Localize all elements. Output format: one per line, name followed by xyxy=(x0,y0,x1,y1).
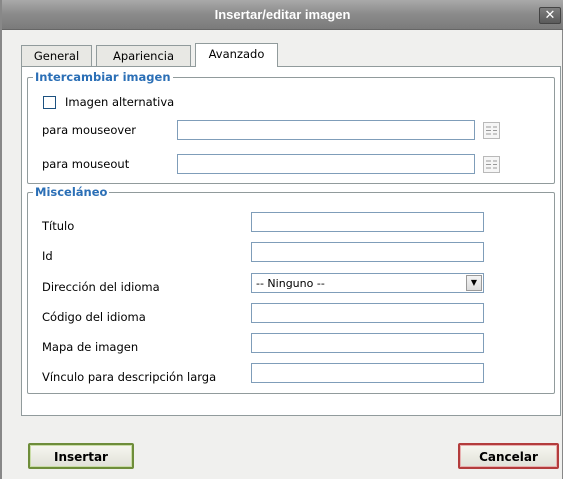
misc-legend: Misceláneo xyxy=(33,185,110,199)
dialog-title: Insertar/editar imagen xyxy=(214,7,351,22)
mouseout-input[interactable] xyxy=(177,154,475,174)
id-label: Id xyxy=(42,249,53,263)
misc-fieldset: Misceláneo Título Id Dirección del idiom… xyxy=(27,185,555,394)
lang-code-label: Código del idioma xyxy=(42,310,146,324)
longdesc-input[interactable] xyxy=(251,363,484,383)
title-input[interactable] xyxy=(251,212,484,232)
tab-apariencia[interactable]: Apariencia xyxy=(96,45,191,66)
lang-direction-label: Dirección del idioma xyxy=(42,280,160,294)
alt-image-label: Imagen alternativa xyxy=(65,95,175,109)
cancel-button[interactable]: Cancelar xyxy=(458,443,559,469)
swap-image-legend: Intercambiar imagen xyxy=(33,70,173,84)
id-input[interactable] xyxy=(251,242,484,262)
alt-image-checkbox[interactable] xyxy=(43,96,56,109)
swap-image-fieldset: Intercambiar imagen Imagen alternativa p… xyxy=(27,70,555,184)
image-map-input[interactable] xyxy=(251,333,484,353)
title-bar[interactable]: Insertar/editar imagen ✕ xyxy=(2,0,563,30)
mouseover-input[interactable] xyxy=(177,120,475,140)
lang-direction-select[interactable]: -- Ninguno -- ▼ xyxy=(251,273,484,293)
lang-direction-value: -- Ninguno -- xyxy=(256,277,325,290)
longdesc-label: Vínculo para descripción larga xyxy=(42,370,217,384)
dialog-window: Insertar/editar imagen ✕ General Aparien… xyxy=(0,0,563,479)
chevron-down-icon[interactable]: ▼ xyxy=(466,275,482,291)
browse-icon[interactable] xyxy=(483,122,500,139)
tab-avanzado[interactable]: Avanzado xyxy=(195,43,278,67)
tab-panel-avanzado: Intercambiar imagen Imagen alternativa p… xyxy=(21,66,561,416)
close-icon: ✕ xyxy=(544,8,556,23)
insert-button[interactable]: Insertar xyxy=(28,443,134,469)
close-button[interactable]: ✕ xyxy=(539,7,561,24)
tab-general[interactable]: General xyxy=(21,45,92,66)
browse-icon[interactable] xyxy=(483,156,500,173)
lang-code-input[interactable] xyxy=(251,303,484,323)
image-map-label: Mapa de imagen xyxy=(42,340,139,354)
mouseover-label: para mouseover xyxy=(42,123,137,137)
mouseout-label: para mouseout xyxy=(42,157,130,171)
title-label: Título xyxy=(42,219,75,233)
